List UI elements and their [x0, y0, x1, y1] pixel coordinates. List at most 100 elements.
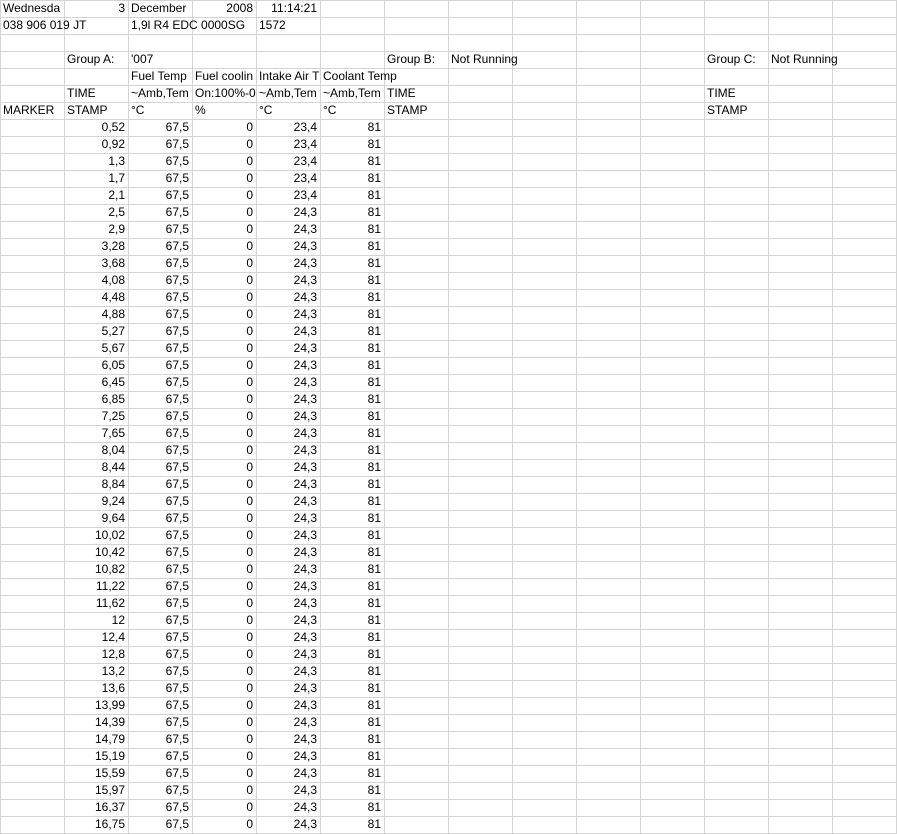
coolant-temp-cell[interactable]: 81	[320, 170, 384, 187]
intake-air-temp-cell[interactable]: 24,3	[256, 306, 320, 323]
group-c-stamp-cell[interactable]: STAMP	[704, 102, 768, 119]
group-b-time-cell[interactable]: TIME	[384, 85, 448, 102]
intake-air-temp-cell[interactable]: 24,3	[256, 765, 320, 782]
fuel-temp-cell[interactable]: 67,5	[128, 357, 192, 374]
coolant-temp-cell[interactable]: 81	[320, 765, 384, 782]
header-date-day-cell[interactable]: 3	[64, 0, 128, 17]
intake-air-temp-cell[interactable]: 23,4	[256, 153, 320, 170]
fuel-temp-cell[interactable]: 67,5	[128, 306, 192, 323]
fuel-temp-cell[interactable]: 67,5	[128, 187, 192, 204]
fuel-temp-cell[interactable]: 67,5	[128, 170, 192, 187]
intake-air-temp-cell[interactable]: 24,3	[256, 221, 320, 238]
intake-air-temp-cell[interactable]: 24,3	[256, 374, 320, 391]
intake-air-temp-cell[interactable]: 24,3	[256, 816, 320, 833]
fuel-cooling-cell[interactable]: 0	[192, 731, 256, 748]
time-stamp-cell[interactable]: 8,44	[64, 459, 128, 476]
fuel-temp-cell[interactable]: 67,5	[128, 544, 192, 561]
time-stamp-cell[interactable]: 10,42	[64, 544, 128, 561]
fuel-temp-cell[interactable]: 67,5	[128, 476, 192, 493]
time-stamp-cell[interactable]: 10,82	[64, 561, 128, 578]
group-c-label-cell[interactable]: Group C:	[704, 51, 768, 68]
fuel-cooling-cell[interactable]: 0	[192, 544, 256, 561]
time-stamp-cell[interactable]: 6,45	[64, 374, 128, 391]
coolant-temp-cell[interactable]: 81	[320, 782, 384, 799]
fuel-temp-cell[interactable]: 67,5	[128, 425, 192, 442]
fuel-cooling-cell[interactable]: 0	[192, 255, 256, 272]
time-stamp-cell[interactable]: 16,75	[64, 816, 128, 833]
intake-air-temp-cell[interactable]: 23,4	[256, 170, 320, 187]
fuel-temp-cell[interactable]: 67,5	[128, 578, 192, 595]
fuel-cooling-cell[interactable]: 0	[192, 459, 256, 476]
group-a-stamp-cell[interactable]: STAMP	[64, 102, 128, 119]
fuel-temp-cell[interactable]: 67,5	[128, 374, 192, 391]
time-stamp-cell[interactable]: 6,85	[64, 391, 128, 408]
fuel-temp-cell[interactable]: 67,5	[128, 527, 192, 544]
fuel-temp-cell[interactable]: 67,5	[128, 646, 192, 663]
intake-air-temp-cell[interactable]: 24,3	[256, 408, 320, 425]
time-stamp-cell[interactable]: 2,5	[64, 204, 128, 221]
fuel-temp-cell[interactable]: 67,5	[128, 731, 192, 748]
fuel-temp-cell[interactable]: 67,5	[128, 221, 192, 238]
coolant-temp-cell[interactable]: 81	[320, 221, 384, 238]
time-stamp-cell[interactable]: 15,97	[64, 782, 128, 799]
intake-air-temp-cell[interactable]: 23,4	[256, 136, 320, 153]
intake-air-temp-cell[interactable]: 24,3	[256, 255, 320, 272]
time-stamp-cell[interactable]: 2,9	[64, 221, 128, 238]
fuel-cooling-cell[interactable]: 0	[192, 680, 256, 697]
time-stamp-cell[interactable]: 12,4	[64, 629, 128, 646]
fuel-cooling-cell[interactable]: 0	[192, 136, 256, 153]
coolant-temp-cell[interactable]: 81	[320, 425, 384, 442]
coolant-temp-cell[interactable]: 81	[320, 714, 384, 731]
col-fuel-temp-range-cell[interactable]: ~Amb,Tem	[128, 85, 192, 102]
time-stamp-cell[interactable]: 4,08	[64, 272, 128, 289]
fuel-cooling-cell[interactable]: 0	[192, 238, 256, 255]
header-time-cell[interactable]: 11:14:21	[256, 0, 320, 17]
intake-air-temp-cell[interactable]: 24,3	[256, 799, 320, 816]
time-stamp-cell[interactable]: 3,28	[64, 238, 128, 255]
intake-air-temp-cell[interactable]: 24,3	[256, 425, 320, 442]
fuel-temp-cell[interactable]: 67,5	[128, 153, 192, 170]
col-fuel-temp-name-cell[interactable]: Fuel Temp	[128, 68, 192, 85]
fuel-cooling-cell[interactable]: 0	[192, 527, 256, 544]
intake-air-temp-cell[interactable]: 24,3	[256, 204, 320, 221]
fuel-temp-cell[interactable]: 67,5	[128, 391, 192, 408]
coolant-temp-cell[interactable]: 81	[320, 204, 384, 221]
time-stamp-cell[interactable]: 5,67	[64, 340, 128, 357]
fuel-temp-cell[interactable]: 67,5	[128, 595, 192, 612]
fuel-cooling-cell[interactable]: 0	[192, 748, 256, 765]
intake-air-temp-cell[interactable]: 24,3	[256, 357, 320, 374]
intake-air-temp-cell[interactable]: 24,3	[256, 493, 320, 510]
col-intake-air-name-cell[interactable]: Intake Air T	[256, 68, 320, 85]
col-intake-air-range-cell[interactable]: ~Amb,Tem	[256, 85, 320, 102]
time-stamp-cell[interactable]: 4,48	[64, 289, 128, 306]
col-coolant-temp-name-cell[interactable]: Coolant Temp	[320, 68, 416, 85]
fuel-cooling-cell[interactable]: 0	[192, 119, 256, 136]
intake-air-temp-cell[interactable]: 24,3	[256, 289, 320, 306]
coolant-temp-cell[interactable]: 81	[320, 374, 384, 391]
fuel-cooling-cell[interactable]: 0	[192, 782, 256, 799]
fuel-temp-cell[interactable]: 67,5	[128, 340, 192, 357]
fuel-cooling-cell[interactable]: 0	[192, 646, 256, 663]
header-engine-cell[interactable]: 1,9l R4 EDC 0000SG	[128, 17, 256, 34]
coolant-temp-cell[interactable]: 81	[320, 731, 384, 748]
time-stamp-cell[interactable]: 2,1	[64, 187, 128, 204]
fuel-temp-cell[interactable]: 67,5	[128, 204, 192, 221]
coolant-temp-cell[interactable]: 81	[320, 595, 384, 612]
time-stamp-cell[interactable]: 9,64	[64, 510, 128, 527]
fuel-temp-cell[interactable]: 67,5	[128, 612, 192, 629]
fuel-temp-cell[interactable]: 67,5	[128, 255, 192, 272]
col-fuel-cooling-range-cell[interactable]: On:100%-0	[192, 85, 256, 102]
coolant-temp-cell[interactable]: 81	[320, 136, 384, 153]
intake-air-temp-cell[interactable]: 24,3	[256, 595, 320, 612]
fuel-temp-cell[interactable]: 67,5	[128, 697, 192, 714]
coolant-temp-cell[interactable]: 81	[320, 561, 384, 578]
fuel-cooling-cell[interactable]: 0	[192, 272, 256, 289]
fuel-cooling-cell[interactable]: 0	[192, 374, 256, 391]
fuel-cooling-cell[interactable]: 0	[192, 153, 256, 170]
group-b-value-cell[interactable]: Not Running	[448, 51, 576, 68]
fuel-cooling-cell[interactable]: 0	[192, 578, 256, 595]
intake-air-temp-cell[interactable]: 24,3	[256, 527, 320, 544]
coolant-temp-cell[interactable]: 81	[320, 442, 384, 459]
coolant-temp-cell[interactable]: 81	[320, 391, 384, 408]
group-c-value-cell[interactable]: Not Running	[768, 51, 896, 68]
